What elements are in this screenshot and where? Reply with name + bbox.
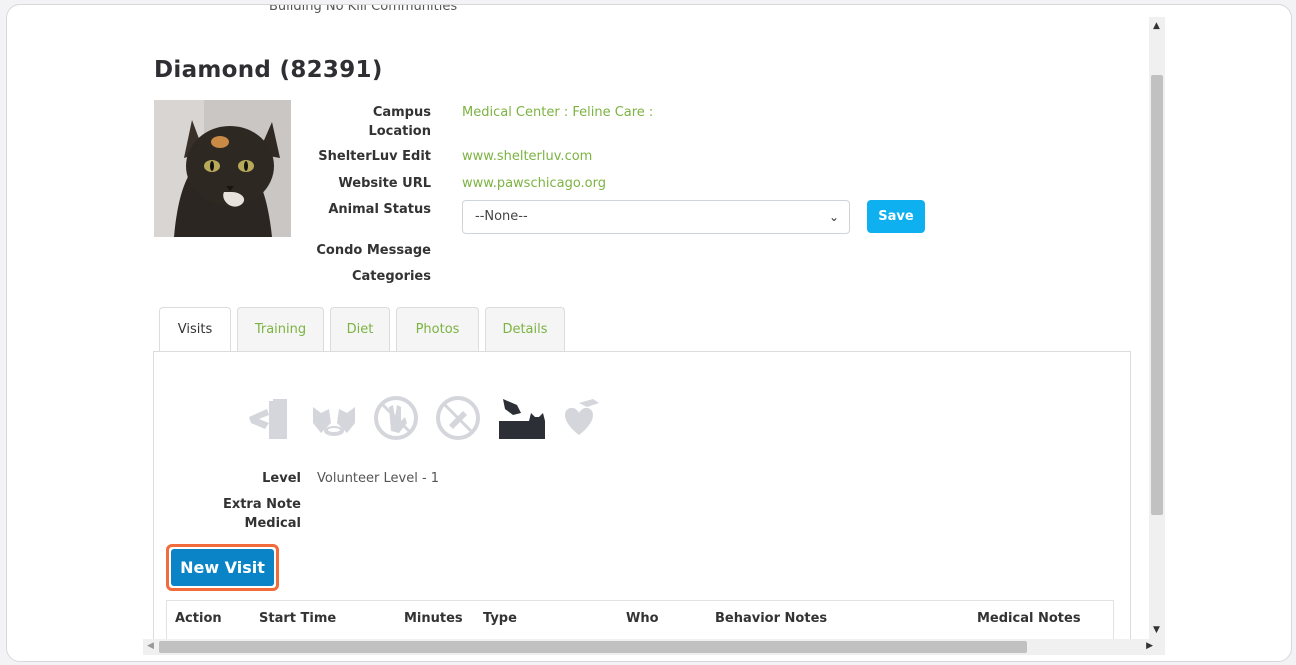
door-exit-icon[interactable] [247, 393, 297, 443]
tab-details[interactable]: Details [485, 307, 565, 351]
column-start-time: Start Time [259, 611, 337, 626]
animal-status-label: Animal Status [328, 202, 431, 217]
extra-note-label: Extra Note [222, 497, 301, 512]
vertical-scroll-thumb[interactable] [1151, 75, 1163, 515]
no-treats-icon[interactable] [433, 393, 483, 443]
no-hand-icon[interactable] [371, 393, 421, 443]
column-who: Who [626, 611, 659, 626]
campus-location-label: Campus Location [368, 105, 431, 139]
campus-location-link[interactable]: Medical Center : Feline Care : [462, 103, 653, 122]
chevron-down-icon: ⌄ [828, 210, 839, 224]
medical-label: Medical [244, 516, 301, 531]
heart-hand-icon[interactable] [557, 393, 607, 443]
tab-visits[interactable]: Visits [159, 307, 231, 353]
condo-message-label: Condo Message [316, 243, 431, 258]
animal-status-selected: --None-- [475, 209, 528, 224]
cats-food-icon[interactable] [309, 393, 359, 443]
hand-petting-cat-icon[interactable] [495, 393, 545, 443]
vertical-scrollbar[interactable]: ▲ ▼ [1149, 17, 1165, 639]
shelterluv-edit-label: ShelterLuv Edit [318, 149, 431, 164]
horizontal-scrollbar[interactable]: ◀ ▶ [143, 639, 1165, 655]
level-value: Volunteer Level - 1 [317, 471, 440, 486]
visits-table-header: Action Start Time Minutes Type Who Behav… [166, 600, 1114, 639]
column-medical-notes: Medical Notes [977, 611, 1081, 626]
page-viewport: Building No Kill Communities Diamond (82… [7, 5, 1149, 639]
animal-status-select[interactable]: --None-- ⌄ [462, 200, 850, 234]
tab-diet[interactable]: Diet [330, 307, 390, 351]
horizontal-scroll-thumb[interactable] [159, 641, 1027, 653]
tab-training[interactable]: Training [237, 307, 324, 351]
scroll-right-icon[interactable]: ▶ [1146, 641, 1153, 651]
level-label: Level [262, 471, 301, 486]
scroll-left-icon[interactable]: ◀ [147, 641, 154, 651]
new-visit-button[interactable]: New Visit [171, 549, 274, 586]
page-title: Diamond (82391) [154, 57, 383, 83]
browser-frame: Building No Kill Communities Diamond (82… [6, 4, 1292, 662]
scroll-up-icon[interactable]: ▲ [1153, 21, 1160, 31]
website-url-label: Website URL [338, 176, 431, 191]
column-type: Type [483, 611, 517, 626]
site-tagline: Building No Kill Communities [269, 5, 458, 14]
save-button[interactable]: Save [867, 200, 925, 233]
tab-photos[interactable]: Photos [396, 307, 479, 351]
website-url-link[interactable]: www.pawschicago.org [462, 174, 606, 193]
categories-label: Categories [351, 269, 431, 284]
scroll-down-icon[interactable]: ▼ [1153, 625, 1160, 635]
animal-photo [154, 100, 291, 237]
column-action: Action [175, 611, 222, 626]
column-behavior-notes: Behavior Notes [715, 611, 828, 626]
new-visit-button-highlight: New Visit [166, 544, 279, 591]
column-minutes: Minutes [404, 611, 463, 626]
shelterluv-link[interactable]: www.shelterluv.com [462, 147, 592, 166]
